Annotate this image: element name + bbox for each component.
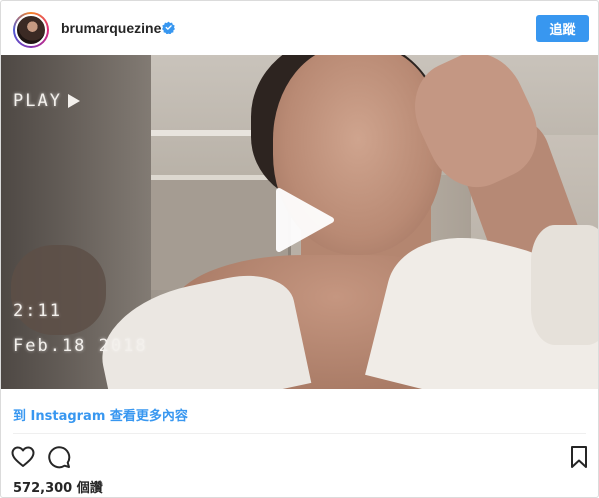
robe-sleeve <box>531 225 598 345</box>
play-icon[interactable] <box>271 187 337 253</box>
heart-icon[interactable] <box>11 445 35 469</box>
vhs-play-overlay: PLAY <box>13 91 80 111</box>
view-count: 572,300 個讚 <box>13 481 103 496</box>
view-more-on-instagram-link[interactable]: 到 Instagram 查看更多內容 <box>13 405 188 424</box>
foreground-hand <box>11 245 106 335</box>
instagram-embed-card: brumarquezine 追蹤 PLAY 2:11 Feb.18 2018 到… <box>0 0 599 498</box>
username-link[interactable]: brumarquezine <box>61 20 161 36</box>
video-player[interactable]: PLAY 2:11 Feb.18 2018 <box>1 55 598 389</box>
vhs-play-text: PLAY <box>13 91 62 111</box>
bookmark-icon[interactable] <box>567 445 591 469</box>
comment-icon[interactable] <box>47 445 71 469</box>
vhs-play-triangle-icon <box>67 94 80 108</box>
avatar-image <box>15 14 47 46</box>
profile-avatar[interactable] <box>13 12 49 48</box>
vhs-timestamp: 2:11 <box>13 301 62 321</box>
divider <box>13 433 586 434</box>
vhs-date: Feb.18 2018 <box>13 336 148 356</box>
verified-icon <box>162 21 175 34</box>
post-header: brumarquezine 追蹤 <box>1 1 598 55</box>
follow-button[interactable]: 追蹤 <box>536 15 589 42</box>
